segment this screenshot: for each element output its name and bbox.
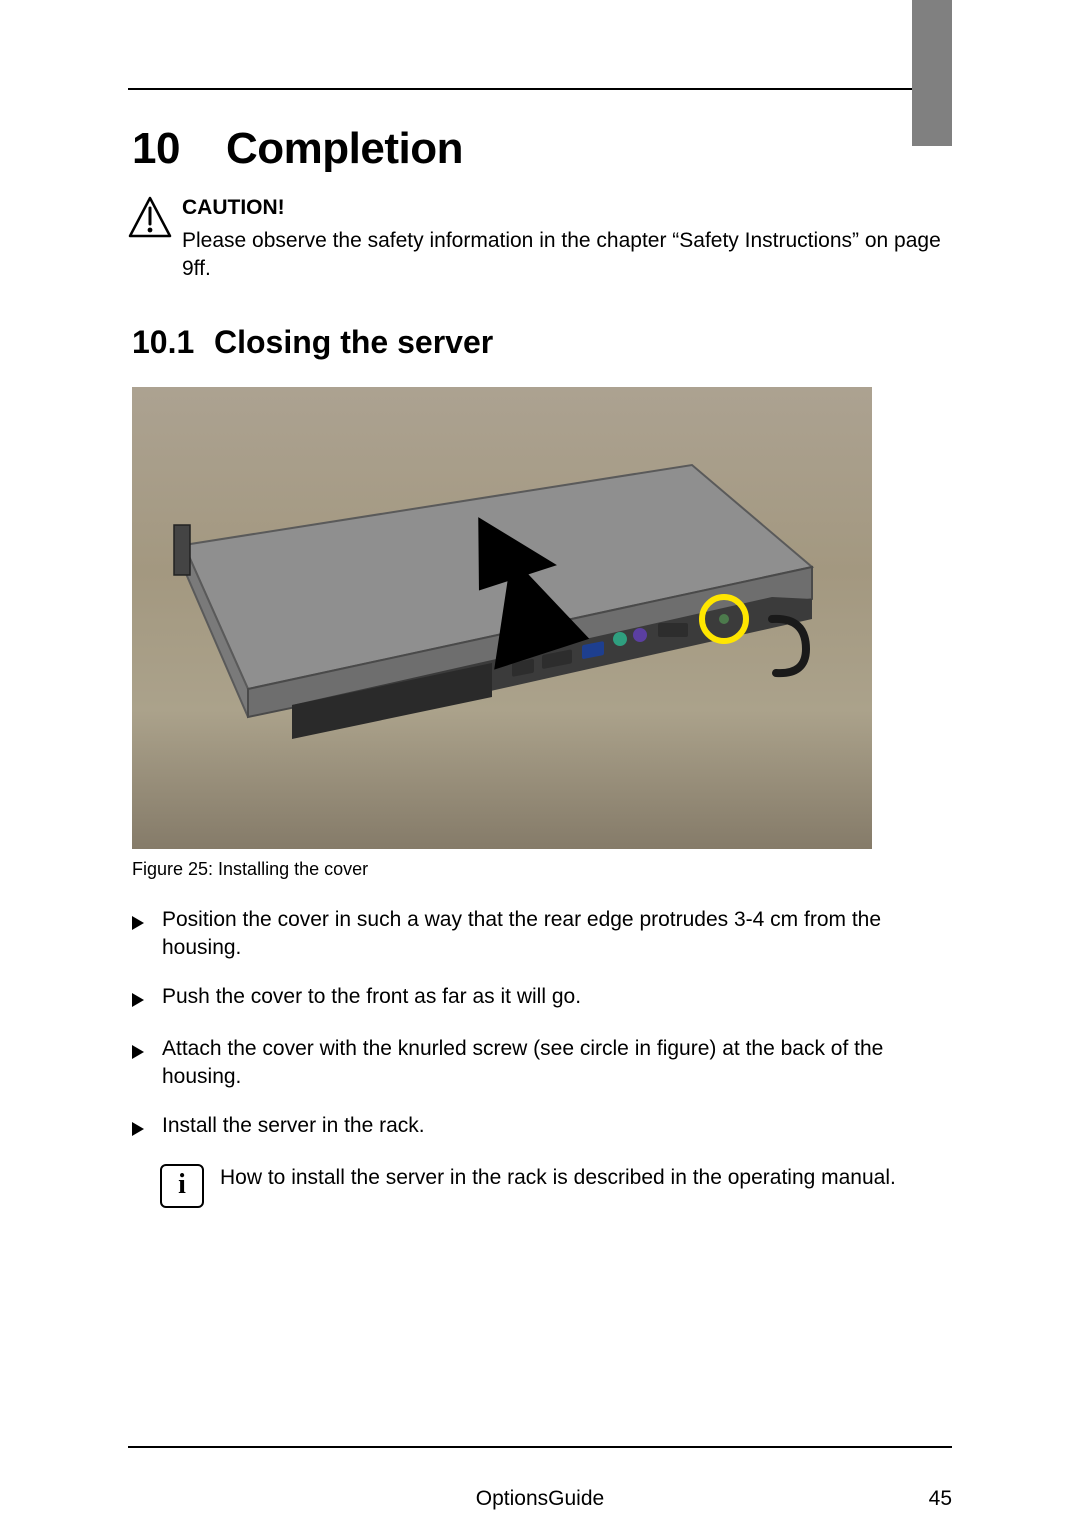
section-number: 10.1: [132, 324, 214, 361]
list-item: Push the cover to the front as far as it…: [132, 983, 952, 1015]
figure-caption: Figure 25: Installing the cover: [132, 859, 952, 880]
step-text: Push the cover to the front as far as it…: [162, 983, 952, 1011]
info-text: How to install the server in the rack is…: [220, 1164, 896, 1192]
figure-image: [132, 387, 872, 849]
triangle-bullet-icon: [132, 1035, 162, 1067]
info-note: i How to install the server in the rack …: [160, 1164, 952, 1208]
caution-text: Please observe the safety information in…: [182, 229, 941, 279]
list-item: Position the cover in such a way that th…: [132, 906, 952, 963]
page-number: 45: [929, 1488, 952, 1509]
top-rule: [128, 88, 952, 90]
triangle-bullet-icon: [132, 906, 162, 938]
chapter-number: 10: [132, 124, 226, 174]
chapter-heading: 10Completion: [132, 124, 952, 174]
list-item: Install the server in the rack.: [132, 1112, 952, 1144]
triangle-bullet-icon: [132, 983, 162, 1015]
caution-icon: [128, 194, 172, 246]
server-illustration: [172, 447, 832, 777]
bottom-rule: [128, 1446, 952, 1448]
caution-note: CAUTION! Please observe the safety infor…: [128, 194, 952, 282]
caution-label: CAUTION!: [182, 194, 952, 221]
step-text: Position the cover in such a way that th…: [162, 906, 952, 963]
chapter-title-text: Completion: [226, 124, 463, 173]
document-page: 10Completion CAUTION! Please observe the…: [0, 0, 1080, 1526]
info-icon: i: [160, 1164, 204, 1208]
section-tab: [912, 0, 952, 146]
figure: [132, 387, 872, 849]
section-heading: 10.1Closing the server: [132, 324, 952, 361]
footer-title: OptionsGuide: [128, 1488, 952, 1509]
caution-body: CAUTION! Please observe the safety infor…: [182, 194, 952, 282]
list-item: Attach the cover with the knurled screw …: [132, 1035, 952, 1092]
triangle-bullet-icon: [132, 1112, 162, 1144]
step-text: Install the server in the rack.: [162, 1112, 952, 1140]
step-text: Attach the cover with the knurled screw …: [162, 1035, 952, 1092]
step-list: Position the cover in such a way that th…: [132, 906, 952, 1144]
section-title-text: Closing the server: [214, 324, 493, 360]
